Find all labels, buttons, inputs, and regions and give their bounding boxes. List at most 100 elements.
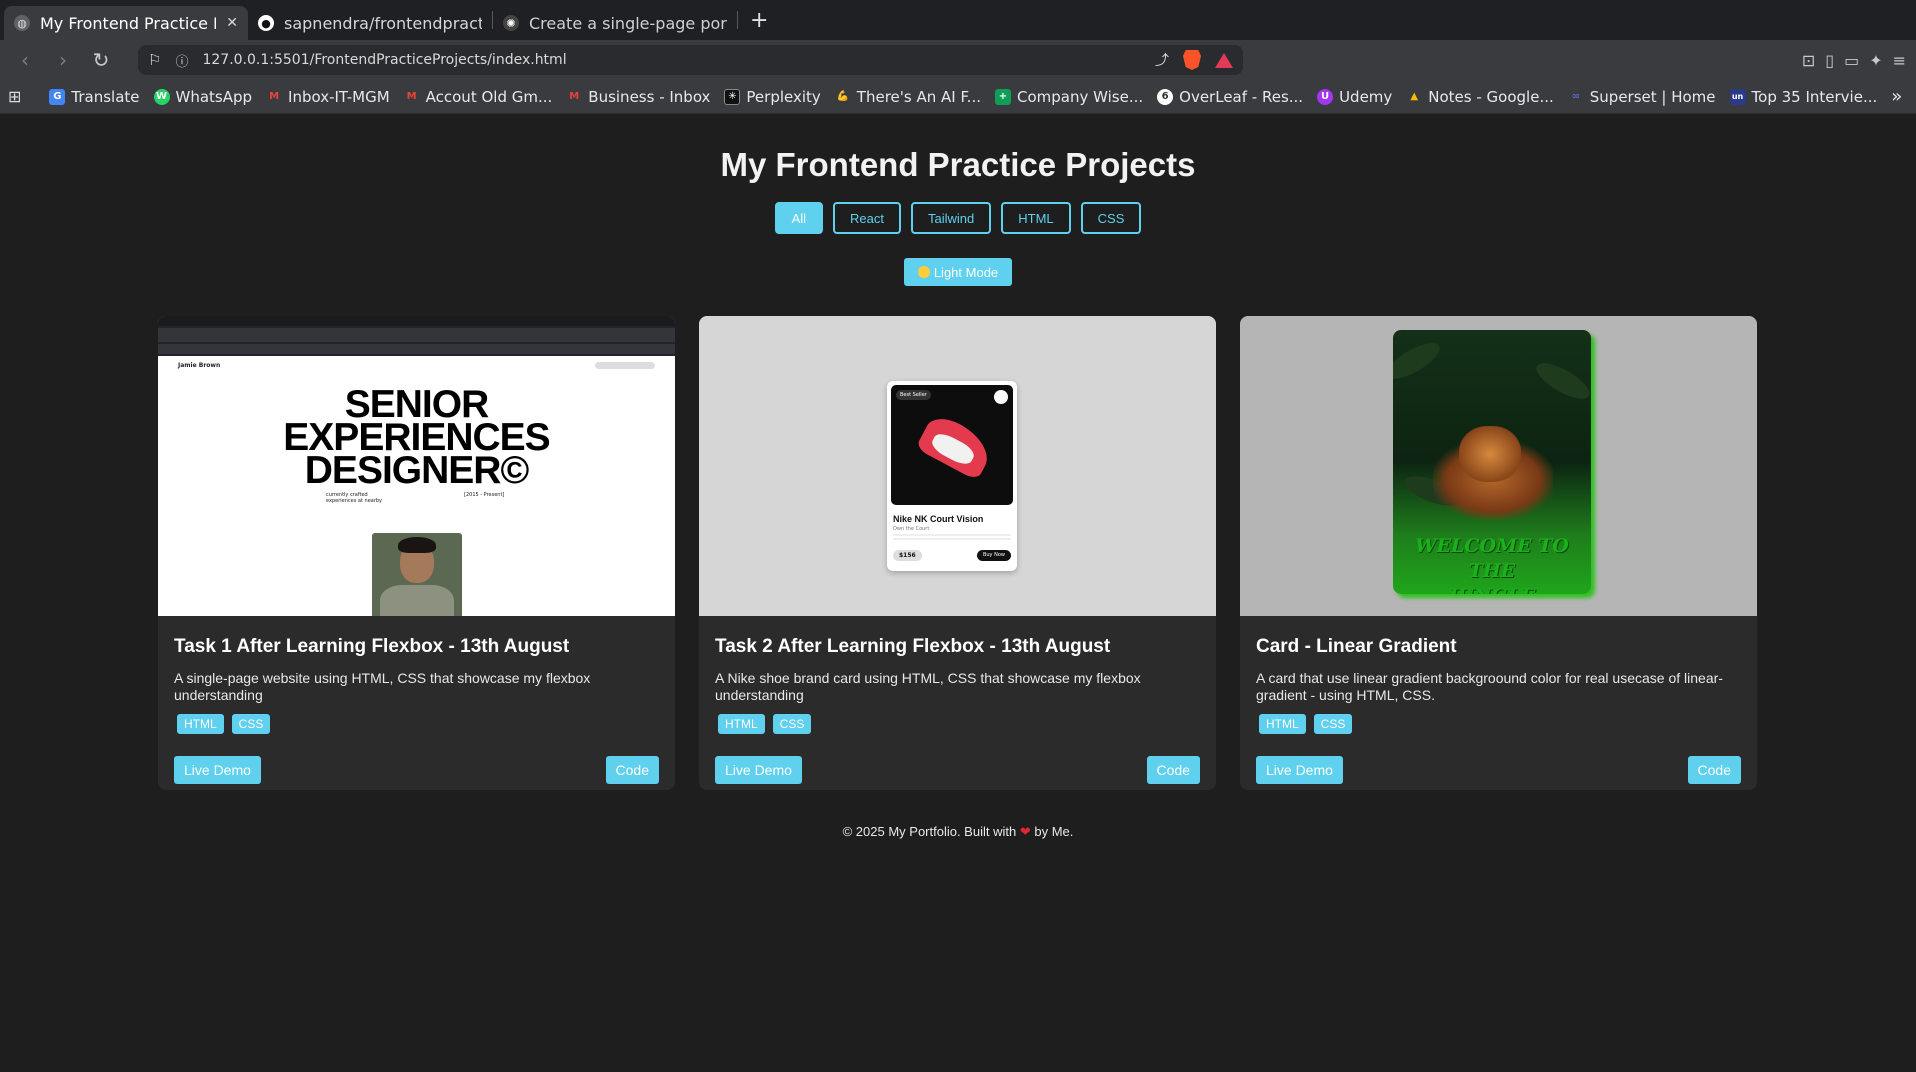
tab-title: Create a single-page portfolio (529, 13, 727, 33)
tag-css: CSS (1313, 714, 1353, 734)
sidebar-icon[interactable]: ▯ (1825, 51, 1834, 70)
screenshot-icon[interactable]: ⊡ (1802, 51, 1815, 70)
project-title: Task 1 After Learning Flexbox - 13th Aug… (174, 636, 570, 657)
tag-html: HTML (718, 714, 765, 734)
menu-icon[interactable]: ≡ (1893, 51, 1906, 70)
bookmark-label: Superset | Home (1589, 87, 1716, 106)
project-card: Jamie Brown SENIOR EXPERIENCES DESIGNER©… (158, 316, 675, 790)
overleaf-icon: 6 (1157, 88, 1174, 105)
page-footer: © 2025 My Portfolio. Built with ❤ by Me. (0, 824, 1916, 840)
perplexity-icon: ✳ (724, 88, 741, 105)
bookmark-notes-google[interactable]: ▲ Notes - Google... (1406, 88, 1553, 106)
tag-html: HTML (177, 714, 224, 734)
preview-badge: Best Seller (896, 390, 931, 400)
filter-bar: All React Tailwind HTML CSS (0, 202, 1916, 234)
bookmark-label: Udemy (1339, 87, 1393, 106)
preview-jungle-card: WELCOME TO THEJUNGLE (1393, 330, 1591, 594)
google-translate-icon: G (49, 88, 66, 105)
filter-tailwind[interactable]: Tailwind (911, 202, 992, 234)
unstop-icon: un (1729, 88, 1746, 105)
light-mode-button[interactable]: Light Mode (903, 258, 1013, 286)
tab-github[interactable]: ● sapnendra/frontendpractice (248, 6, 492, 40)
preview-nike-card: Best Seller Nike NK Court Vision Own the… (887, 381, 1017, 571)
filter-all[interactable]: All (774, 202, 824, 234)
bookmark-label: Top 35 Intervie... (1751, 87, 1878, 106)
bookmark-whatsapp[interactable]: W WhatsApp (153, 87, 253, 106)
toolbar-actions: ⊡ ▯ ▭ ✦ ≡ (1802, 51, 1906, 70)
bookmark-old-gmail[interactable]: M Accout Old Gm... (404, 88, 553, 106)
tab-portfolio[interactable]: ◍ My Frontend Practice Pro ✕ (4, 6, 248, 40)
brave-shields-icon[interactable] (1183, 50, 1201, 70)
bookmark-business-inbox[interactable]: M Business - Inbox (566, 88, 710, 106)
bookmark-icon[interactable]: ⚐ (148, 51, 161, 69)
code-button[interactable]: Code (605, 756, 659, 784)
preview-sub-right: [2015 - Present] (464, 492, 505, 498)
live-demo-button[interactable]: Live Demo (715, 756, 802, 784)
close-tab-icon[interactable]: ✕ (226, 15, 238, 31)
tag-css: CSS (772, 714, 812, 734)
bookmarks-bar: ⊞ G Translate W WhatsApp M Inbox-IT-MGM M Ac… (0, 80, 1916, 114)
bookmark-inbox-it-mgm[interactable]: M Inbox-IT-MGM (266, 88, 390, 106)
footer-text: © 2025 My Portfolio. Built with (842, 824, 1017, 839)
preview-welcome-text: WELCOME TO THEJUNGLE (1415, 535, 1569, 594)
bookmark-label: There's An AI F... (856, 87, 981, 106)
reload-icon[interactable]: ↻ (86, 45, 116, 75)
bookmark-overleaf[interactable]: 6 OverLeaf - Res... (1157, 88, 1303, 106)
bookmark-udemy[interactable]: U Udemy (1317, 88, 1392, 106)
more-bookmarks-icon[interactable]: » (1891, 86, 1916, 107)
gmail-icon: M (406, 91, 417, 102)
tag-css: CSS (231, 714, 271, 734)
live-demo-button[interactable]: Live Demo (174, 756, 261, 784)
project-title: Card - Linear Gradient (1256, 636, 1457, 657)
site-info-icon[interactable]: ⓘ (175, 51, 188, 70)
light-mode-label: Light Mode (933, 264, 999, 280)
gmail-icon: M (569, 91, 580, 102)
bookmark-company-wise[interactable]: + Company Wise... (994, 88, 1143, 106)
address-bar[interactable]: ⚐ ⓘ 127.0.0.1:5501/FrontendPracticeProje… (138, 45, 1243, 75)
gmail-icon: M (269, 91, 280, 102)
footer-text-end: by Me. (1034, 824, 1074, 839)
project-actions: Live Demo Code (1256, 756, 1741, 784)
forward-icon[interactable]: › (48, 45, 78, 75)
preview-headline-line: DESIGNER© (304, 449, 529, 492)
share-icon[interactable]: ⤴ (1155, 50, 1169, 70)
preview-shoe-photo: Best Seller (891, 385, 1013, 505)
bookmark-ai-article[interactable]: 💪 There's An AI F... (835, 88, 981, 106)
bookmark-label: Perplexity (746, 87, 821, 106)
bookmark-label: Translate (71, 87, 140, 106)
brave-rewards-icon[interactable] (1215, 52, 1233, 68)
openai-icon: ✺ (503, 15, 519, 31)
bookmark-label: OverLeaf - Res... (1179, 87, 1304, 106)
project-actions: Live Demo Code (715, 756, 1200, 784)
url-text[interactable]: 127.0.0.1:5501/FrontendPracticeProjects/… (202, 52, 1141, 68)
live-demo-button[interactable]: Live Demo (1256, 756, 1343, 784)
bookmark-top-35-interview[interactable]: un Top 35 Intervie... (1729, 87, 1878, 106)
whatsapp-icon: W (153, 88, 170, 105)
leo-ai-icon[interactable]: ✦ (1869, 51, 1882, 70)
bookmark-superset[interactable]: ∞ Superset | Home (1568, 88, 1716, 106)
bookmark-label: WhatsApp (175, 87, 253, 106)
wallet-icon[interactable]: ▭ (1844, 51, 1859, 70)
nike-logo-icon (994, 390, 1008, 404)
new-tab-button[interactable]: + (738, 8, 780, 33)
theme-toggle-wrap: Light Mode (0, 258, 1916, 286)
bookmark-translate[interactable]: G Translate (49, 87, 140, 106)
code-button[interactable]: Code (1687, 756, 1741, 784)
preview-browser-chrome (158, 316, 675, 356)
github-icon: ● (258, 15, 274, 31)
project-card: WELCOME TO THEJUNGLE Card - Linear Gradi… (1240, 316, 1757, 790)
apps-grid-icon[interactable]: ⊞ (8, 87, 21, 106)
filter-react[interactable]: React (833, 202, 902, 234)
project-description: A single-page website using HTML, CSS th… (174, 670, 591, 703)
preview-nav: Jamie Brown (158, 356, 675, 375)
bookmark-perplexity[interactable]: ✳ Perplexity (724, 87, 821, 106)
code-button[interactable]: Code (1146, 756, 1200, 784)
filter-html[interactable]: HTML (1001, 202, 1071, 234)
superset-icon: ∞ (1571, 91, 1580, 102)
tab-chatgpt[interactable]: ✺ Create a single-page portfolio (493, 6, 737, 40)
project-tags: HTML CSS (174, 714, 659, 734)
preview-product-subtitle: Own the Court (893, 526, 930, 532)
filter-css[interactable]: CSS (1080, 202, 1142, 234)
back-icon[interactable]: ‹ (10, 45, 40, 75)
globe-icon: ◍ (14, 15, 30, 31)
